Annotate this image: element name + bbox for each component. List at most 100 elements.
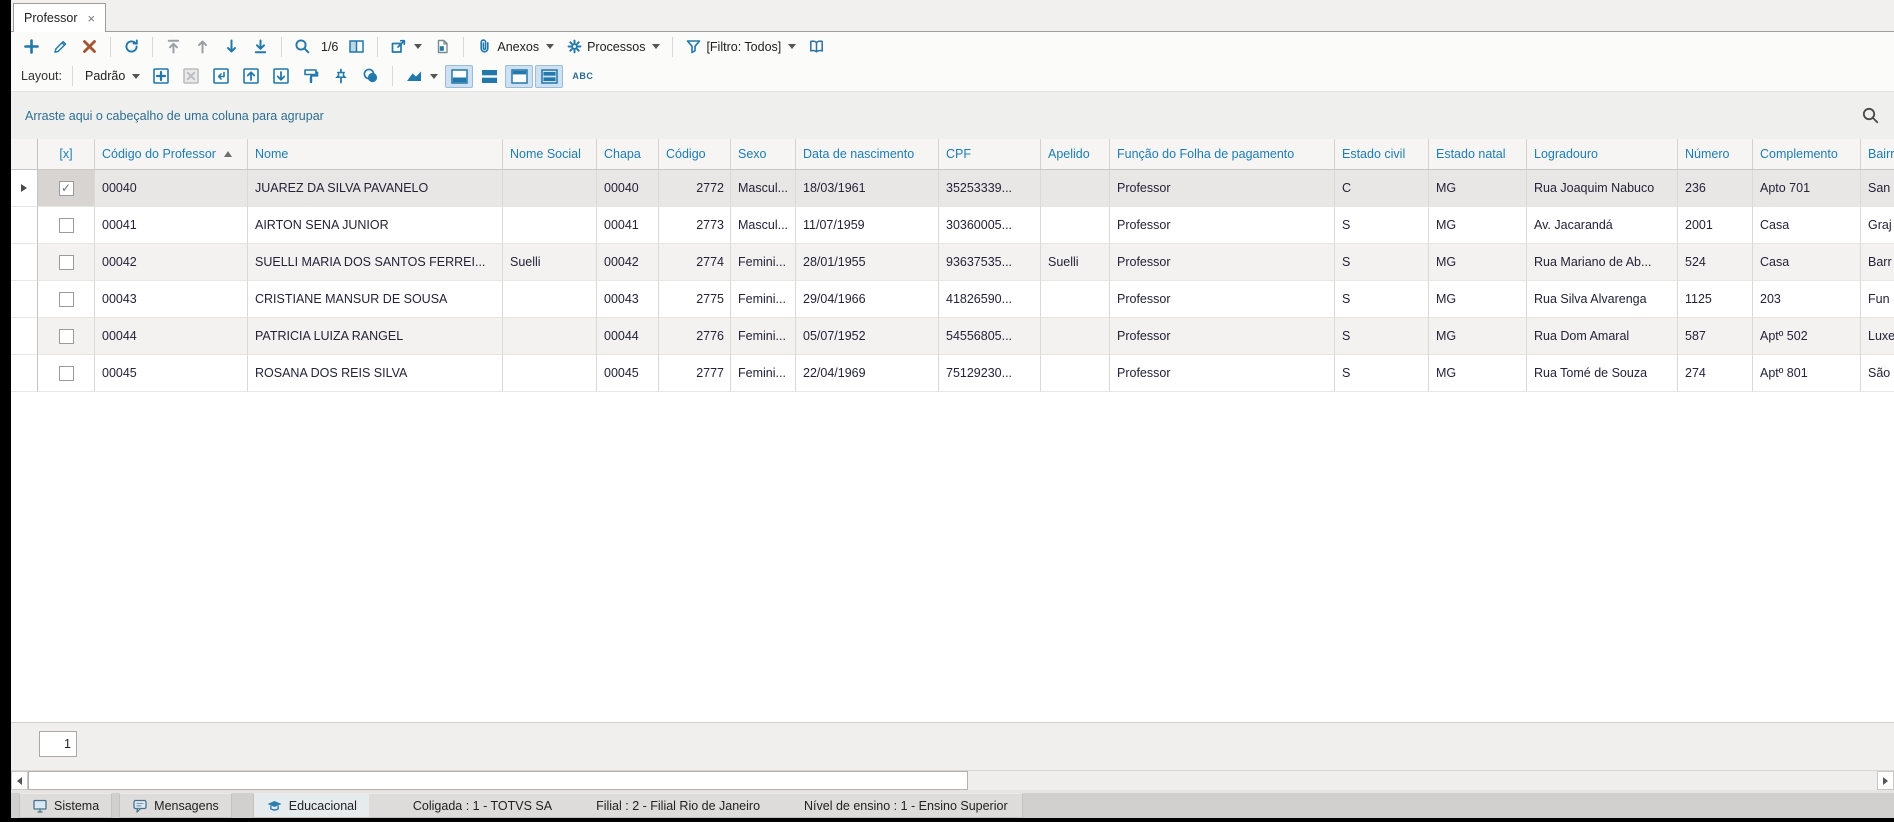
table-row[interactable]: 00043 CRISTIANE MANSUR DE SOUSA 00043 2775 F… — [11, 281, 1894, 318]
cell-sexo[interactable]: Femini... — [731, 355, 796, 392]
cell-apelido[interactable]: Suelli — [1041, 244, 1110, 281]
column-header-bairro[interactable]: Bairro — [1861, 139, 1894, 169]
grid-search-icon[interactable] — [1861, 106, 1880, 125]
status-sistema[interactable]: Sistema — [19, 793, 113, 818]
cell-funcao[interactable]: Professor — [1110, 244, 1335, 281]
cell-numero[interactable]: 1125 — [1678, 281, 1753, 318]
cell-nome[interactable]: ROSANA DOS REIS SILVA — [248, 355, 503, 392]
cell-nome[interactable]: AIRTON SENA JUNIOR — [248, 207, 503, 244]
status-educacional[interactable]: Educacional — [253, 794, 369, 817]
cell-cpf[interactable]: 30360005... — [939, 207, 1041, 244]
cell-complemento[interactable]: Aptº 801 — [1753, 355, 1861, 392]
cell-complemento[interactable]: Aptº 502 — [1753, 318, 1861, 355]
cell-nome[interactable]: SUELLI MARIA DOS SANTOS FERREI... — [248, 244, 503, 281]
cell-estado_civil[interactable]: S — [1335, 355, 1429, 392]
cell-codigo_professor[interactable]: 00045 — [95, 355, 248, 392]
cell-numero[interactable]: 236 — [1678, 170, 1753, 207]
cell-apelido[interactable] — [1041, 355, 1110, 392]
column-header-apelido[interactable]: Apelido — [1041, 139, 1110, 169]
cell-nome_social[interactable]: Suelli — [503, 244, 597, 281]
cell-codigo[interactable]: 2775 — [659, 281, 731, 318]
cell-sexo[interactable]: Mascul... — [731, 170, 796, 207]
cell-cpf[interactable]: 75129230... — [939, 355, 1041, 392]
column-header-estado_natal[interactable]: Estado natal — [1429, 139, 1527, 169]
scroll-right-button[interactable] — [1877, 771, 1894, 790]
cell-chapa[interactable]: 00041 — [597, 207, 659, 244]
row-checkbox[interactable]: ✓ — [58, 180, 74, 196]
cell-check[interactable] — [38, 244, 95, 281]
cell-funcao[interactable]: Professor — [1110, 207, 1335, 244]
cell-nascimento[interactable]: 29/04/1966 — [796, 281, 939, 318]
cell-check[interactable] — [38, 207, 95, 244]
export-button[interactable] — [386, 36, 426, 57]
horizontal-scrollbar[interactable] — [11, 770, 1894, 790]
cell-cpf[interactable]: 35253339... — [939, 170, 1041, 207]
status-filial[interactable]: Filial : 2 - Filial Rio de Janeiro — [596, 799, 760, 813]
column-header-codigo[interactable]: Código — [659, 139, 731, 169]
refresh-button[interactable] — [119, 36, 144, 57]
search-button[interactable] — [290, 36, 315, 57]
column-header-nome[interactable]: Nome — [248, 139, 503, 169]
layout-rename-button[interactable] — [208, 65, 234, 87]
cell-estado_civil[interactable]: S — [1335, 318, 1429, 355]
cell-chapa[interactable]: 00042 — [597, 244, 659, 281]
cell-estado_civil[interactable]: S — [1335, 207, 1429, 244]
column-header-funcao[interactable]: Função do Folha de pagamento — [1110, 139, 1335, 169]
delete-record-button[interactable] — [77, 36, 102, 57]
view-preview-top-toggle[interactable] — [505, 64, 534, 88]
cell-chapa[interactable]: 00043 — [597, 281, 659, 318]
cell-sexo[interactable]: Femini... — [731, 281, 796, 318]
row-checkbox[interactable] — [58, 365, 74, 381]
cell-bairro[interactable]: São — [1861, 355, 1894, 392]
cell-nome_social[interactable] — [503, 170, 597, 207]
cell-numero[interactable]: 2001 — [1678, 207, 1753, 244]
cell-nascimento[interactable]: 22/04/1969 — [796, 355, 939, 392]
cell-codigo[interactable]: 2773 — [659, 207, 731, 244]
cell-complemento[interactable]: Casa — [1753, 207, 1861, 244]
row-indicator-cell[interactable] — [11, 244, 38, 281]
cell-apelido[interactable] — [1041, 318, 1110, 355]
cell-estado_natal[interactable]: MG — [1429, 207, 1527, 244]
cell-estado_civil[interactable]: C — [1335, 170, 1429, 207]
cell-cpf[interactable]: 93637535... — [939, 244, 1041, 281]
layout-color-button[interactable] — [358, 65, 384, 87]
status-nivel-ensino[interactable]: Nível de ensino : 1 - Ensino Superior — [804, 799, 1008, 813]
cell-logradouro[interactable]: Rua Joaquim Nabuco — [1527, 170, 1678, 207]
next-record-button[interactable] — [219, 36, 244, 57]
cell-cpf[interactable]: 41826590... — [939, 281, 1041, 318]
view-split-rows-toggle[interactable] — [475, 65, 503, 88]
edit-record-button[interactable] — [48, 36, 73, 57]
help-book-button[interactable] — [804, 36, 829, 57]
row-indicator-cell[interactable] — [11, 355, 38, 392]
cell-nome_social[interactable] — [503, 207, 597, 244]
cell-check[interactable] — [38, 281, 95, 318]
cell-estado_natal[interactable]: MG — [1429, 318, 1527, 355]
table-row[interactable]: 00042 SUELLI MARIA DOS SANTOS FERREI... Su… — [11, 244, 1894, 281]
cell-cpf[interactable]: 54556805... — [939, 318, 1041, 355]
cell-nome[interactable]: PATRICIA LUIZA RANGEL — [248, 318, 503, 355]
cell-codigo_professor[interactable]: 00043 — [95, 281, 248, 318]
table-row[interactable]: 00044 PATRICIA LUIZA RANGEL 00044 2776 Femin… — [11, 318, 1894, 355]
cell-codigo_professor[interactable]: 00040 — [95, 170, 248, 207]
cell-sexo[interactable]: Femini... — [731, 318, 796, 355]
scrollbar-track[interactable] — [28, 771, 1877, 790]
column-header-nome_social[interactable]: Nome Social — [503, 139, 597, 169]
row-indicator-cell[interactable] — [11, 318, 38, 355]
cell-bairro[interactable]: Barr — [1861, 244, 1894, 281]
column-header-nascimento[interactable]: Data de nascimento — [796, 139, 939, 169]
processos-button[interactable]: Processos — [562, 36, 664, 57]
column-header-check[interactable]: [x] — [38, 139, 95, 169]
cell-numero[interactable]: 587 — [1678, 318, 1753, 355]
cell-logradouro[interactable]: Rua Dom Amaral — [1527, 318, 1678, 355]
cell-funcao[interactable]: Professor — [1110, 355, 1335, 392]
anexos-button[interactable]: Anexos — [472, 36, 558, 57]
cell-codigo_professor[interactable]: 00042 — [95, 244, 248, 281]
table-row[interactable]: ✓ 00040 JUAREZ DA SILVA PAVANELO 00040 2772 M… — [11, 170, 1894, 207]
column-header-estado_civil[interactable]: Estado civil — [1335, 139, 1429, 169]
cell-chapa[interactable]: 00045 — [597, 355, 659, 392]
layout-paint-button[interactable] — [298, 65, 324, 87]
cell-codigo[interactable]: 2774 — [659, 244, 731, 281]
cell-check[interactable]: ✓ — [38, 170, 95, 207]
row-checkbox[interactable] — [58, 328, 74, 344]
cell-chapa[interactable]: 00040 — [597, 170, 659, 207]
